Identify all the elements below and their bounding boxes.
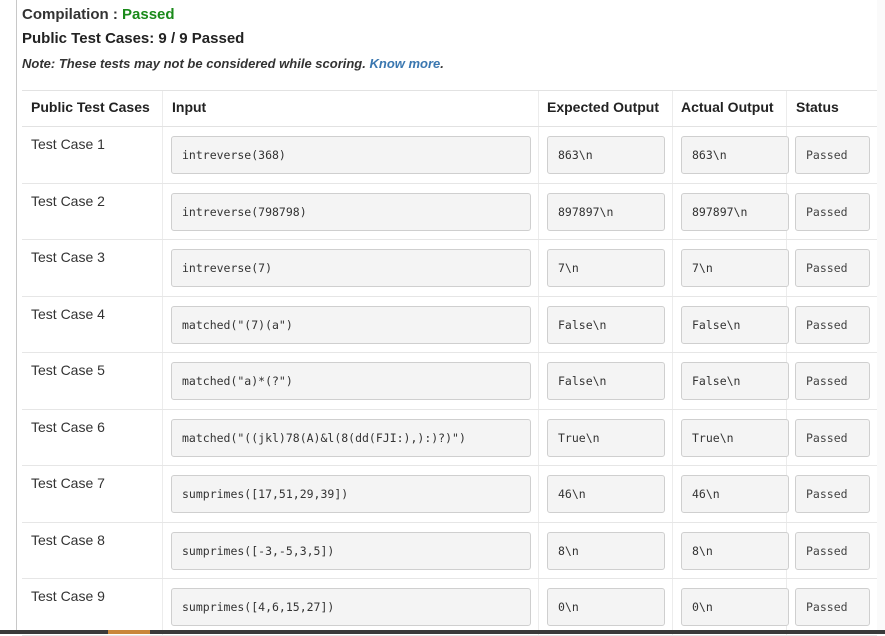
input-field[interactable]: intreverse(368)	[171, 136, 531, 174]
test-case-name: Test Case 1	[31, 136, 105, 152]
test-case-name: Test Case 8	[31, 531, 105, 548]
expected-output-field[interactable]: True\n	[547, 418, 665, 457]
expected-output-field[interactable]: 0\n	[547, 588, 665, 626]
table-row: Test Case 7 sumprimes([17,51,29,39]) 46\…	[22, 466, 877, 523]
compilation-label: Compilation :	[22, 6, 118, 23]
header-actual-output: Actual Output	[681, 99, 774, 115]
table-row: Test Case 4 matched("(7)(a") False\n Fal…	[22, 297, 877, 353]
expected-output-field[interactable]: False\n	[547, 362, 665, 400]
compilation-status: Passed	[122, 6, 175, 23]
actual-output-field[interactable]: 897897\n	[681, 192, 789, 231]
test-case-name: Test Case 6	[31, 418, 105, 435]
table-row: Test Case 8 sumprimes([-3,-5,3,5]) 8\n 8…	[22, 523, 877, 579]
test-case-name: Test Case 7	[31, 475, 105, 491]
expected-output-field[interactable]: 897897\n	[547, 192, 665, 231]
actual-output-field[interactable]: 8\n	[681, 531, 789, 570]
status-field[interactable]: Passed	[795, 588, 870, 626]
test-cases-table: Public Test Cases Input Expected Output …	[22, 90, 877, 636]
input-field[interactable]: matched("a)*(?")	[171, 362, 531, 400]
status-field[interactable]: Passed	[795, 305, 870, 344]
test-case-name: Test Case 4	[31, 305, 105, 322]
header-status: Status	[796, 99, 839, 115]
input-field[interactable]: sumprimes([-3,-5,3,5])	[171, 531, 531, 570]
table-row: Test Case 5 matched("a)*(?") False\n Fal…	[22, 353, 877, 410]
input-field[interactable]: sumprimes([4,6,15,27])	[171, 588, 531, 626]
input-field[interactable]: intreverse(798798)	[171, 192, 531, 231]
expected-output-field[interactable]: 7\n	[547, 249, 665, 287]
expected-output-field[interactable]: 46\n	[547, 475, 665, 513]
input-field[interactable]: intreverse(7)	[171, 249, 531, 287]
note-suffix: .	[440, 56, 444, 71]
results-header: Compilation : Passed Public Test Cases: …	[22, 5, 444, 73]
status-field[interactable]: Passed	[795, 249, 870, 287]
actual-output-field[interactable]: 863\n	[681, 136, 789, 174]
header-expected-output: Expected Output	[547, 99, 660, 115]
scoring-note: Note: These tests may not be considered …	[22, 55, 444, 73]
actual-output-field[interactable]: False\n	[681, 362, 789, 400]
test-case-name: Test Case 9	[31, 588, 105, 604]
input-field[interactable]: sumprimes([17,51,29,39])	[171, 475, 531, 513]
input-field[interactable]: matched("((jkl)78(A)&l(8(dd(FJI:),):)?)"…	[171, 418, 531, 457]
header-input: Input	[172, 99, 207, 115]
actual-output-field[interactable]: True\n	[681, 418, 789, 457]
input-field[interactable]: matched("(7)(a")	[171, 305, 531, 344]
table-row: Test Case 6 matched("((jkl)78(A)&l(8(dd(…	[22, 410, 877, 466]
table-row: Test Case 3 intreverse(7) 7\n 7\n Passed	[22, 240, 877, 297]
expected-output-field[interactable]: False\n	[547, 305, 665, 344]
test-case-name: Test Case 5	[31, 362, 105, 378]
actual-output-field[interactable]: False\n	[681, 305, 789, 344]
status-field[interactable]: Passed	[795, 418, 870, 457]
table-row: Test Case 9 sumprimes([4,6,15,27]) 0\n 0…	[22, 579, 877, 636]
expected-output-field[interactable]: 8\n	[547, 531, 665, 570]
test-case-name: Test Case 3	[31, 249, 105, 265]
header-public-test-cases: Public Test Cases	[31, 99, 150, 115]
status-field[interactable]: Passed	[795, 362, 870, 400]
expected-output-field[interactable]: 863\n	[547, 136, 665, 174]
table-row: Test Case 2 intreverse(798798) 897897\n …	[22, 184, 877, 240]
table-header: Public Test Cases Input Expected Output …	[22, 91, 877, 127]
status-field[interactable]: Passed	[795, 136, 870, 174]
note-text: Note: These tests may not be considered …	[22, 56, 366, 71]
table-row: Test Case 1 intreverse(368) 863\n 863\n …	[22, 127, 877, 184]
taskbar-active-segment	[108, 630, 150, 634]
status-field[interactable]: Passed	[795, 531, 870, 570]
page-scrollbar[interactable]	[877, 0, 885, 634]
compilation-line: Compilation : Passed	[22, 5, 444, 25]
status-field[interactable]: Passed	[795, 475, 870, 513]
know-more-link[interactable]: Know more	[369, 56, 440, 71]
taskbar-strip	[0, 630, 885, 634]
actual-output-field[interactable]: 0\n	[681, 588, 789, 626]
public-tests-summary: Public Test Cases: 9 / 9 Passed	[22, 30, 245, 47]
test-case-name: Test Case 2	[31, 192, 105, 209]
status-field[interactable]: Passed	[795, 192, 870, 231]
actual-output-field[interactable]: 7\n	[681, 249, 789, 287]
actual-output-field[interactable]: 46\n	[681, 475, 789, 513]
